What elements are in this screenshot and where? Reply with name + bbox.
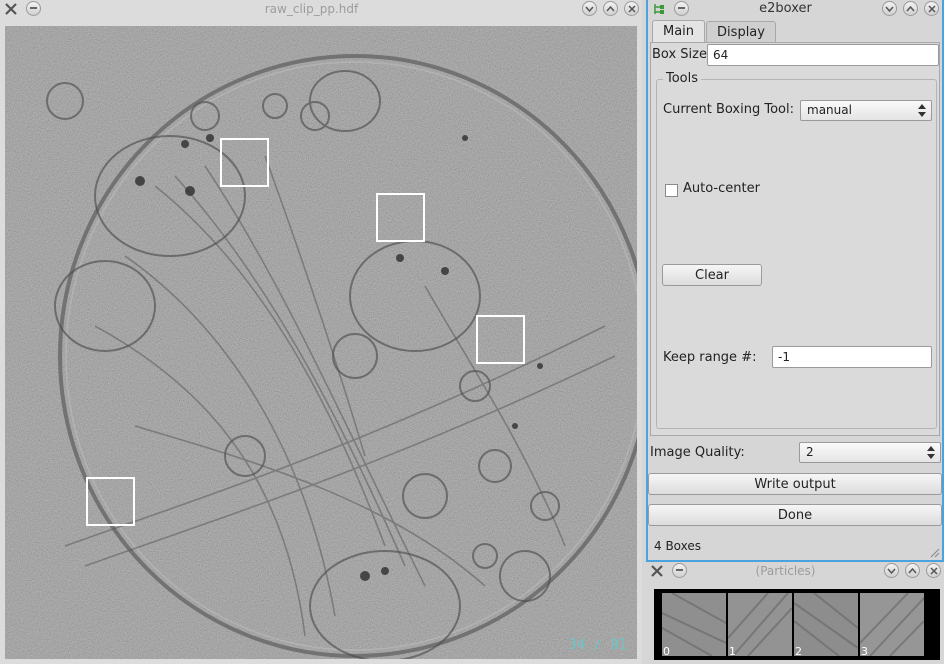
- e2boxer-titlebar[interactable]: e2boxer: [648, 0, 942, 17]
- particle-thumb[interactable]: 0: [662, 593, 726, 656]
- image-quality-label: Image Quality:: [650, 445, 745, 460]
- thumb-index: 0: [663, 645, 670, 656]
- auto-center-label: Auto-center: [683, 181, 760, 196]
- particles-window: (Particles) 0 1 2 3: [646, 562, 944, 664]
- particle-box-2[interactable]: [376, 193, 425, 242]
- e2boxer-title: e2boxer: [759, 1, 812, 16]
- tab-display[interactable]: Display: [706, 21, 776, 42]
- particle-thumb-image: [728, 593, 792, 656]
- boxing-tool-value: manual: [807, 103, 852, 117]
- main-tab-panel: Box Size: 64 Tools Current Boxing Tool: …: [650, 42, 940, 436]
- micrograph-image: [5, 26, 637, 659]
- particle-thumb-image: [860, 593, 924, 656]
- thumb-index: 3: [861, 645, 868, 656]
- keep-range-input[interactable]: -1: [772, 346, 932, 368]
- close-icon[interactable]: [924, 1, 939, 16]
- maximize-icon[interactable]: [905, 563, 920, 578]
- particles-title: (Particles): [755, 563, 816, 578]
- tools-group-title: Tools: [663, 71, 702, 86]
- frame-counter: 34 / 81: [567, 637, 627, 653]
- menu-icon[interactable]: [674, 1, 689, 16]
- micrograph-canvas[interactable]: 34 / 81: [5, 26, 637, 659]
- app-x-icon[interactable]: [3, 1, 19, 17]
- particle-box-1[interactable]: [220, 138, 269, 187]
- thumb-index: 2: [795, 645, 802, 656]
- particle-thumb-image: [794, 593, 858, 656]
- particles-titlebar[interactable]: (Particles): [646, 562, 944, 579]
- particle-box-3[interactable]: [476, 315, 525, 364]
- minimize-icon[interactable]: [882, 1, 897, 16]
- clear-button[interactable]: Clear: [662, 264, 762, 286]
- image-window-title: raw_clip_pp.hdf: [264, 1, 359, 16]
- particle-thumb[interactable]: 1: [728, 593, 792, 656]
- thumb-index: 1: [729, 645, 736, 656]
- particle-thumb[interactable]: 2: [794, 593, 858, 656]
- tab-main[interactable]: Main: [652, 20, 706, 42]
- e2boxer-window: e2boxer Main Display Box Size: 64 Tools …: [646, 0, 944, 562]
- image-quality-value: 2: [806, 445, 814, 459]
- image-window-titlebar[interactable]: raw_clip_pp.hdf: [0, 0, 642, 17]
- maximize-icon[interactable]: [903, 1, 918, 16]
- app-tree-icon[interactable]: [651, 1, 667, 17]
- tools-group: Tools Current Boxing Tool: manual Auto-c…: [656, 71, 937, 429]
- menu-icon[interactable]: [26, 1, 41, 16]
- menu-icon[interactable]: [672, 563, 687, 578]
- particle-strip: 0 1 2 3: [654, 589, 940, 660]
- close-icon[interactable]: [926, 563, 941, 578]
- particle-thumb[interactable]: 3: [860, 593, 924, 656]
- boxing-tool-select[interactable]: manual: [800, 100, 932, 121]
- minimize-icon[interactable]: [582, 1, 597, 16]
- maximize-icon[interactable]: [603, 1, 618, 16]
- particle-thumb-image: [662, 593, 726, 656]
- boxing-tool-label: Current Boxing Tool:: [663, 102, 794, 117]
- spin-arrows-icon: [927, 446, 935, 459]
- app-x-icon[interactable]: [649, 563, 665, 579]
- spin-arrows-icon: [918, 104, 926, 117]
- box-size-label: Box Size:: [652, 47, 712, 62]
- done-button[interactable]: Done: [648, 504, 942, 526]
- close-icon[interactable]: [624, 1, 639, 16]
- image-window: raw_clip_pp.hdf 34 / 81: [0, 0, 642, 664]
- keep-range-label: Keep range #:: [663, 350, 757, 365]
- box-size-input[interactable]: 64: [707, 44, 939, 66]
- tab-bar: Main Display: [652, 20, 777, 42]
- image-quality-spinbox[interactable]: 2: [799, 442, 941, 463]
- status-text: 4 Boxes: [654, 539, 702, 553]
- write-output-button[interactable]: Write output: [648, 473, 942, 495]
- particle-box-4[interactable]: [86, 477, 135, 526]
- minimize-icon[interactable]: [884, 563, 899, 578]
- auto-center-checkbox[interactable]: [665, 184, 678, 197]
- resize-grip-icon[interactable]: [928, 546, 940, 558]
